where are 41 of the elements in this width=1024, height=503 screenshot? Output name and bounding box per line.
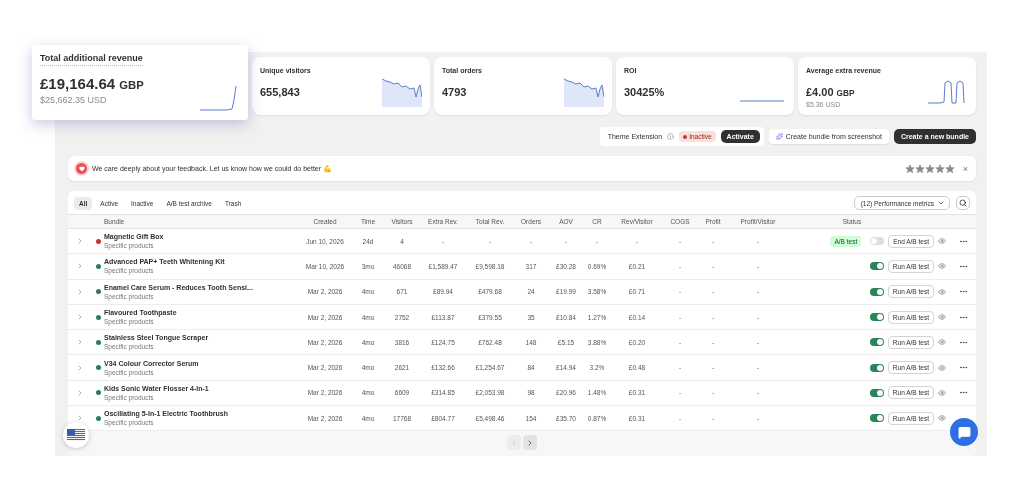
eye-icon[interactable]: [938, 414, 946, 423]
eye-icon[interactable]: [938, 338, 946, 347]
eye-icon[interactable]: [938, 313, 946, 322]
status-toggle[interactable]: [869, 313, 884, 322]
metric-value: 30425%: [624, 86, 666, 98]
search-icon: [959, 199, 967, 207]
sparkline: [738, 100, 786, 102]
search-button[interactable]: [956, 196, 970, 210]
flag-icon[interactable]: [63, 422, 89, 448]
eye-icon[interactable]: [938, 363, 946, 372]
metric-value: 655,843: [260, 86, 301, 98]
status-toggle[interactable]: [869, 338, 884, 347]
status-toggle[interactable]: [869, 388, 884, 397]
metric-value: £4.00 GBP: [806, 86, 856, 98]
info-icon[interactable]: [667, 133, 675, 140]
status-toggle[interactable]: [869, 414, 884, 423]
star-icon[interactable]: [944, 163, 955, 174]
eye-icon[interactable]: [938, 287, 946, 296]
chevron-right-icon: [526, 438, 534, 447]
metric-value: £19,164.64 GBP: [40, 75, 145, 92]
star-icon[interactable]: [914, 163, 925, 174]
eye-icon[interactable]: [938, 237, 946, 246]
close-button[interactable]: ×: [959, 163, 968, 174]
star-icon[interactable]: [934, 163, 945, 174]
metric-value: 4793: [442, 86, 468, 98]
star-icon[interactable]: [924, 163, 935, 174]
star-icon[interactable]: [904, 163, 915, 174]
star-rating[interactable]: [904, 163, 955, 174]
chat-icon: [957, 425, 971, 439]
eye-icon[interactable]: [938, 262, 946, 271]
chevron-left-icon: [510, 438, 518, 447]
chevron-down-icon: [937, 199, 945, 207]
metric-subvalue: $25,662.35 USD: [40, 95, 108, 105]
status-toggle[interactable]: [869, 287, 884, 296]
status-toggle[interactable]: [869, 363, 884, 372]
status-toggle[interactable]: [870, 237, 885, 246]
metric-title: Total additional revenue: [40, 53, 143, 66]
eye-icon[interactable]: [938, 388, 946, 397]
sparkle-icon: [775, 133, 783, 140]
status-toggle[interactable]: [869, 262, 884, 271]
heart-icon: [76, 163, 87, 174]
